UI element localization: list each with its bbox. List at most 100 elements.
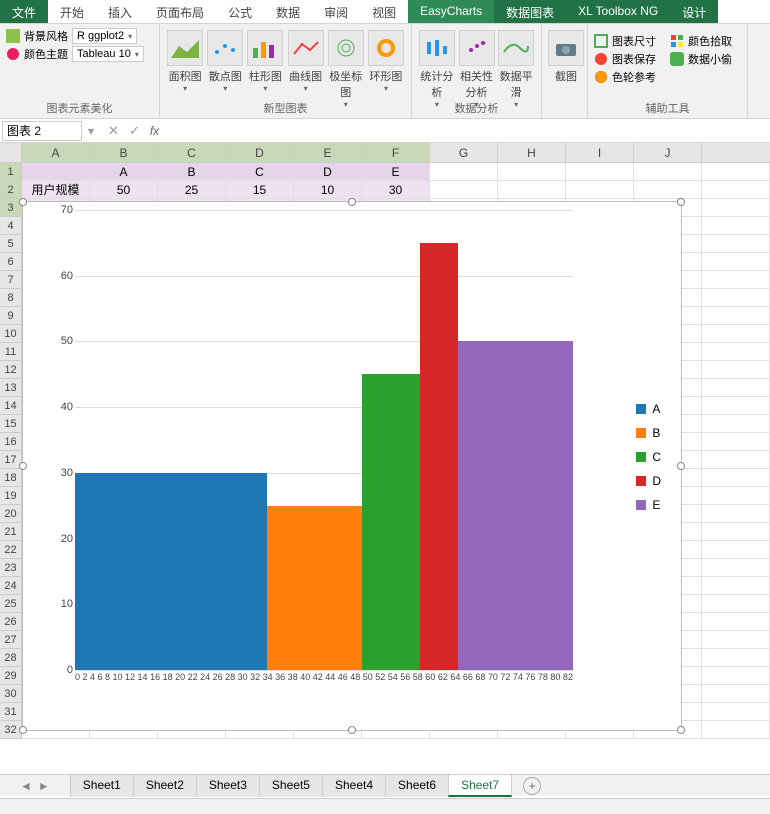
col-header[interactable]: F xyxy=(362,143,430,162)
row-header[interactable]: 24 xyxy=(0,577,22,595)
cell[interactable] xyxy=(702,199,770,217)
col-header[interactable]: E xyxy=(294,143,362,162)
cell[interactable] xyxy=(702,343,770,361)
bar-D[interactable] xyxy=(420,243,458,670)
cell[interactable] xyxy=(702,649,770,667)
col-header[interactable]: A xyxy=(22,143,90,162)
row-header[interactable]: 25 xyxy=(0,595,22,613)
fx-icon[interactable]: fx xyxy=(150,124,159,138)
cell[interactable] xyxy=(702,433,770,451)
cell[interactable]: D xyxy=(294,163,362,181)
row-header[interactable]: 5 xyxy=(0,235,22,253)
row-header[interactable]: 2 xyxy=(0,181,22,199)
row-header[interactable]: 20 xyxy=(0,505,22,523)
btn-scatter-chart[interactable]: 散点图▾ xyxy=(206,30,244,93)
row-header[interactable]: 4 xyxy=(0,217,22,235)
cell[interactable]: A xyxy=(90,163,158,181)
cell[interactable] xyxy=(702,181,770,199)
resize-handle[interactable] xyxy=(19,462,27,470)
btn-bar-chart[interactable]: 柱形图▾ xyxy=(246,30,284,93)
cell[interactable] xyxy=(702,451,770,469)
btn-color-pick[interactable]: 颜色拾取 xyxy=(670,32,732,50)
row-header[interactable]: 1 xyxy=(0,163,22,181)
cell[interactable] xyxy=(702,667,770,685)
sheet-tab[interactable]: Sheet3 xyxy=(196,774,260,797)
bar-A[interactable] xyxy=(75,473,267,670)
sheet-tab[interactable]: Sheet5 xyxy=(259,774,323,797)
resize-handle[interactable] xyxy=(677,462,685,470)
cell[interactable] xyxy=(430,181,498,199)
tab-view[interactable]: 视图 xyxy=(360,0,408,23)
cell[interactable] xyxy=(702,361,770,379)
btn-polar-chart[interactable]: 极坐标图▾ xyxy=(327,30,365,109)
name-box[interactable] xyxy=(2,121,82,141)
btn-area-chart[interactable]: 面积图▾ xyxy=(166,30,204,93)
tab-file[interactable]: 文件 xyxy=(0,0,48,23)
tab-layout[interactable]: 页面布局 xyxy=(144,0,216,23)
cell[interactable] xyxy=(702,235,770,253)
cell[interactable] xyxy=(702,523,770,541)
cell[interactable] xyxy=(702,379,770,397)
sheet-tab[interactable]: Sheet4 xyxy=(322,774,386,797)
tab-insert[interactable]: 插入 xyxy=(96,0,144,23)
cell[interactable]: 25 xyxy=(158,181,226,199)
col-header[interactable]: I xyxy=(566,143,634,162)
row-header[interactable]: 15 xyxy=(0,415,22,433)
cell[interactable] xyxy=(702,307,770,325)
tab-design[interactable]: 设计 xyxy=(670,0,718,23)
cell[interactable] xyxy=(702,721,770,739)
cell[interactable] xyxy=(702,577,770,595)
sheet-tab[interactable]: Sheet1 xyxy=(70,774,134,797)
row-header[interactable]: 14 xyxy=(0,397,22,415)
row-header[interactable]: 19 xyxy=(0,487,22,505)
cell[interactable]: 30 xyxy=(362,181,430,199)
tab-datachart[interactable]: 数据图表 xyxy=(494,0,566,23)
col-header[interactable]: B xyxy=(90,143,158,162)
select-all-corner[interactable] xyxy=(0,143,22,162)
cell[interactable] xyxy=(702,505,770,523)
sheet-tab[interactable]: Sheet7 xyxy=(448,774,512,797)
btn-screenshot[interactable]: 截图 xyxy=(548,30,584,84)
bar-B[interactable] xyxy=(267,506,363,670)
cell[interactable] xyxy=(702,613,770,631)
btn-smooth[interactable]: 数据平滑▾ xyxy=(497,30,535,109)
cell[interactable]: C xyxy=(226,163,294,181)
confirm-icon[interactable]: ✓ xyxy=(129,123,140,139)
cell[interactable] xyxy=(498,181,566,199)
cell[interactable]: 用户规模 xyxy=(22,181,90,199)
cell[interactable] xyxy=(702,541,770,559)
btn-line-chart[interactable]: 曲线图▾ xyxy=(287,30,325,93)
tab-data[interactable]: 数据 xyxy=(264,0,312,23)
cell[interactable] xyxy=(702,163,770,181)
cell[interactable] xyxy=(702,397,770,415)
cell[interactable] xyxy=(702,289,770,307)
btn-data-thief[interactable]: 数据小偷 xyxy=(670,50,732,68)
tab-review[interactable]: 审阅 xyxy=(312,0,360,23)
color-theme-dropdown[interactable]: Tableau 10▾ xyxy=(72,46,144,62)
tab-easycharts[interactable]: EasyCharts xyxy=(408,0,494,23)
sheet-tab[interactable]: Sheet6 xyxy=(385,774,449,797)
cell[interactable] xyxy=(430,163,498,181)
cell[interactable] xyxy=(22,163,90,181)
row-header[interactable]: 23 xyxy=(0,559,22,577)
col-header[interactable]: H xyxy=(498,143,566,162)
cell[interactable]: E xyxy=(362,163,430,181)
row-header[interactable]: 10 xyxy=(0,325,22,343)
resize-handle[interactable] xyxy=(677,198,685,206)
sheet-nav-next-icon[interactable]: ► xyxy=(38,779,50,793)
row-header[interactable]: 29 xyxy=(0,667,22,685)
cell[interactable] xyxy=(702,703,770,721)
horizontal-scrollbar[interactable] xyxy=(0,798,770,814)
resize-handle[interactable] xyxy=(19,726,27,734)
col-header[interactable]: C xyxy=(158,143,226,162)
cell[interactable] xyxy=(566,181,634,199)
cell[interactable]: 15 xyxy=(226,181,294,199)
row-header[interactable]: 6 xyxy=(0,253,22,271)
row-header[interactable]: 22 xyxy=(0,541,22,559)
sheet-nav-prev-icon[interactable]: ◄ xyxy=(20,779,32,793)
resize-handle[interactable] xyxy=(19,198,27,206)
resize-handle[interactable] xyxy=(348,726,356,734)
namebox-chevron-icon[interactable]: ▾ xyxy=(84,124,98,138)
btn-color-wheel[interactable]: 色轮参考 xyxy=(594,68,656,86)
cell[interactable]: 10 xyxy=(294,181,362,199)
